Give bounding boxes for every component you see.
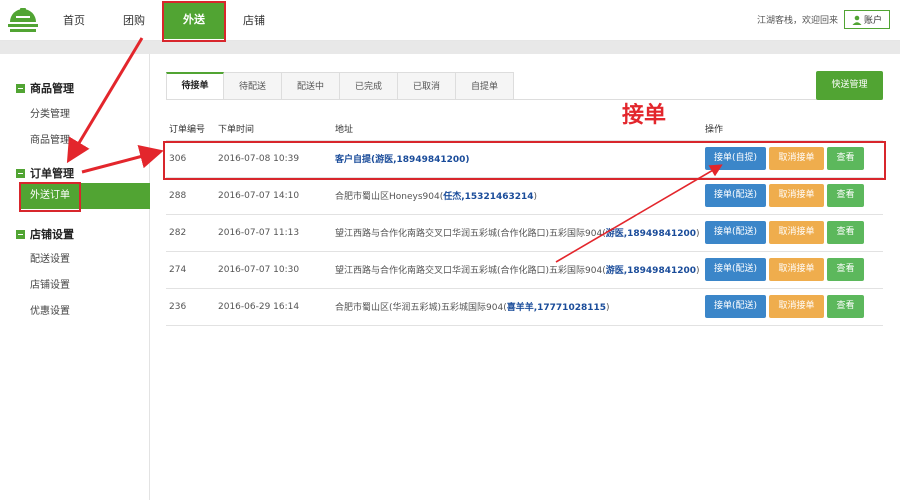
order-actions: 接单(配送) 取消接单 查看 [702,213,883,251]
nav-store[interactable]: 店铺 [234,0,274,41]
tab-to-deliver[interactable]: 待配送 [224,72,282,100]
main-panel: 待接单 待配送 配送中 已完成 已取消 自提单 快送管理 订单编号 下单时间 地… [151,54,900,500]
order-actions: 接单(配送) 取消接单 查看 [702,176,883,214]
tab-self-pickup[interactable]: 自提单 [456,72,514,100]
customer-link[interactable]: 喜羊羊,17771028115 [507,303,606,313]
customer-link[interactable]: 任杰,15321463214 [443,192,533,202]
address-text: 合肥市蜀山区(华润五彩城)五彩城国际904( [335,303,507,313]
order-id: 282 [166,213,215,251]
sidebar-item-discount-settings[interactable]: 优惠设置 [30,302,70,317]
sidebar: 商品管理 分类管理 商品管理 订单管理 外送订单 店铺设置 配送设置 店铺设置 … [0,54,150,500]
top-navbar: 首页 团购 外送 店铺 江湖客栈，欢迎回来 账户 [0,0,900,41]
sidebar-item-delivery-settings[interactable]: 配送设置 [30,250,70,265]
collapse-icon [16,83,25,93]
view-order-button[interactable]: 查看 [827,221,864,244]
sidebar-section-products[interactable]: 商品管理 [16,80,74,96]
table-row: 274 2016-07-07 10:30 望江西路与合作化南路交叉口华润五彩城(… [166,250,883,288]
collapse-icon [16,168,25,178]
accept-order-button[interactable]: 接单(配送) [705,258,766,281]
tab-pending[interactable]: 待接单 [166,72,224,100]
column-header-action: 操作 [705,125,724,136]
sidebar-section-store[interactable]: 店铺设置 [16,226,74,242]
tab-completed[interactable]: 已完成 [340,72,398,100]
sidebar-section-title: 店铺设置 [30,228,74,241]
order-id: 288 [166,176,215,214]
address-tail: ) [696,266,700,276]
user-icon [852,15,862,25]
sidebar-item-categories[interactable]: 分类管理 [30,105,70,120]
header-divider [0,41,900,54]
cancel-order-button[interactable]: 取消接单 [769,184,824,207]
annotation-label: 接单 [622,103,667,128]
accept-order-button[interactable]: 接单(配送) [705,221,766,244]
tab-underline [166,99,883,100]
sidebar-section-title: 订单管理 [30,167,74,180]
tab-cancelled[interactable]: 已取消 [398,72,456,100]
tab-delivering[interactable]: 配送中 [282,72,340,100]
address-text: 望江西路与合作化南路交叉口华润五彩城(合作化路口)五彩国际904( [335,229,606,239]
address-tail: ) [533,192,538,202]
annotation-box-nav [162,1,226,42]
order-id: 274 [166,250,215,288]
quick-manage-button[interactable]: 快送管理 [816,71,883,100]
view-order-button[interactable]: 查看 [827,184,864,207]
order-address: 合肥市蜀山区Honeys904(任杰,15321463214) [332,176,702,214]
cancel-order-button[interactable]: 取消接单 [769,295,824,318]
view-order-button[interactable]: 查看 [827,295,864,318]
order-status-tabs: 待接单 待配送 配送中 已完成 已取消 自提单 [166,72,514,100]
order-time: 2016-07-07 10:30 [215,250,332,288]
nav-home[interactable]: 首页 [54,0,94,41]
sidebar-section-orders[interactable]: 订单管理 [16,165,74,181]
address-text: 望江西路与合作化南路交叉口华润五彩城(合作化路口)五彩国际904( [335,266,606,276]
collapse-icon [16,229,25,239]
order-id: 236 [166,287,215,326]
address-text: 合肥市蜀山区Honeys904( [335,192,444,202]
table-row: 282 2016-07-07 11:13 望江西路与合作化南路交叉口华润五彩城(… [166,213,883,251]
annotation-box-sidebar [19,182,81,212]
order-time: 2016-06-29 16:14 [215,287,332,326]
accept-order-button[interactable]: 接单(配送) [705,184,766,207]
nav-groupbuy[interactable]: 团购 [114,0,154,41]
cancel-order-button[interactable]: 取消接单 [769,258,824,281]
table-row: 288 2016-07-07 14:10 合肥市蜀山区Honeys904(任杰,… [166,176,883,214]
customer-link[interactable]: 游医,18949841200 [606,229,696,239]
address-tail: ) [696,229,700,239]
column-header-time: 下单时间 [218,125,255,136]
logo-icon[interactable] [0,0,46,41]
annotation-box-row [163,141,886,180]
view-order-button[interactable]: 查看 [827,258,864,281]
accept-order-button[interactable]: 接单(配送) [705,295,766,318]
column-header-id: 订单编号 [169,125,206,136]
account-label: 账户 [863,16,882,26]
customer-link[interactable]: 游医,18949841200 [606,266,696,276]
sidebar-item-store-settings[interactable]: 店铺设置 [30,276,70,291]
order-actions: 接单(配送) 取消接单 查看 [702,287,883,326]
sidebar-item-products[interactable]: 商品管理 [30,131,70,146]
cancel-order-button[interactable]: 取消接单 [769,221,824,244]
address-tail: ) [606,303,610,313]
order-actions: 接单(配送) 取消接单 查看 [702,250,883,288]
order-address: 望江西路与合作化南路交叉口华润五彩城(合作化路口)五彩国际904(游医,1894… [332,250,702,288]
order-time: 2016-07-07 14:10 [215,176,332,214]
greeting-text: 江湖客栈，欢迎回来 [756,16,838,26]
order-address: 合肥市蜀山区(华润五彩城)五彩城国际904(喜羊羊,17771028115) [332,287,702,326]
order-time: 2016-07-07 11:13 [215,213,332,251]
sidebar-section-title: 商品管理 [30,82,74,95]
order-address: 望江西路与合作化南路交叉口华润五彩城(合作化路口)五彩国际904(游医,1894… [332,213,702,251]
table-row: 236 2016-06-29 16:14 合肥市蜀山区(华润五彩城)五彩城国际9… [166,287,883,326]
account-button[interactable]: 账户 [844,10,890,29]
